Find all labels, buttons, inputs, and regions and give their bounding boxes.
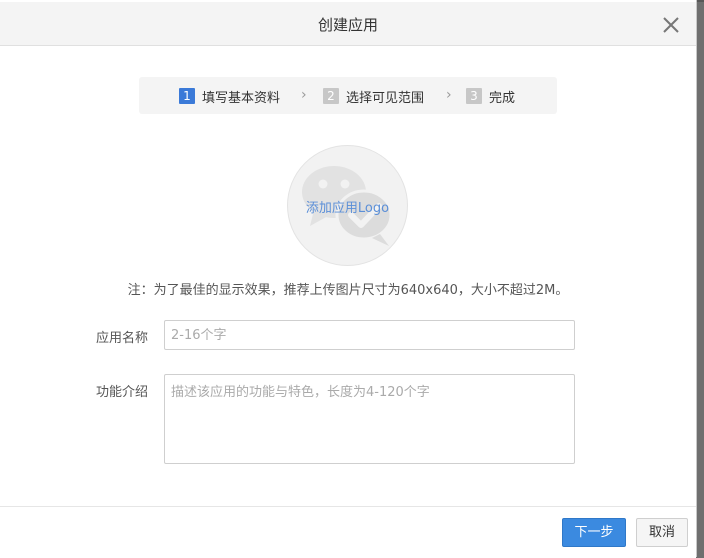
- step-label: 选择可见范围: [346, 90, 425, 106]
- close-icon: [663, 17, 679, 33]
- app-name-input[interactable]: [164, 320, 575, 350]
- step-2: 2 选择可见范围: [323, 87, 425, 106]
- cancel-button[interactable]: 取消: [636, 518, 688, 547]
- step-label: 填写基本资料: [202, 90, 281, 106]
- chevron-right-icon: ›: [301, 87, 307, 103]
- app-description-textarea[interactable]: [164, 374, 575, 464]
- step-number: 1: [179, 88, 195, 104]
- dialog-title: 创建应用: [317, 16, 378, 34]
- chevron-right-icon: ›: [446, 87, 452, 103]
- logo-upload-button[interactable]: 添加应用Logo: [287, 145, 408, 266]
- create-app-dialog: 创建应用 1 填写基本资料 › 2 选择可见范围 › 3 完成 添加应用Logo…: [0, 0, 697, 558]
- logo-upload-label: 添加应用Logo: [305, 201, 390, 216]
- dialog-header: 创建应用: [0, 2, 696, 46]
- step-label: 完成: [489, 90, 516, 106]
- step-indicator: 1 填写基本资料 › 2 选择可见范围 › 3 完成: [139, 77, 557, 114]
- step-1: 1 填写基本资料: [179, 87, 281, 106]
- next-button[interactable]: 下一步: [562, 518, 626, 547]
- step-3: 3 完成: [466, 87, 516, 106]
- close-button[interactable]: [660, 14, 682, 36]
- upload-note: 注：为了最佳的显示效果，推荐上传图片尺寸为640x640，大小不超过2M。: [127, 283, 569, 298]
- description-label: 功能介绍: [96, 385, 149, 400]
- step-number: 2: [323, 88, 339, 104]
- dialog-footer: 下一步 取消: [0, 506, 696, 558]
- step-number: 3: [466, 88, 482, 104]
- name-label: 应用名称: [96, 331, 149, 346]
